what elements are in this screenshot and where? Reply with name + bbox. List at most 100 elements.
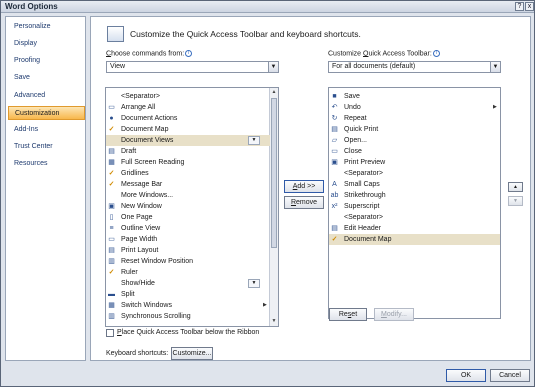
full-screen-reading-icon: ▦ bbox=[108, 159, 115, 166]
list-item[interactable]: ✓ Document Map bbox=[106, 124, 270, 135]
chevron-down-icon: ▼ bbox=[268, 62, 278, 72]
choose-commands-label: Choose commands from: i bbox=[106, 50, 193, 57]
list-item[interactable]: ▤ Edit Header bbox=[329, 223, 500, 234]
list-item[interactable]: <Separator> bbox=[106, 91, 270, 102]
list-item[interactable]: ▯ One Page bbox=[106, 212, 270, 223]
chevron-down-icon[interactable]: ▼ bbox=[248, 136, 260, 145]
close-icon: ▭ bbox=[331, 148, 338, 155]
chevron-down-icon: ▼ bbox=[490, 62, 500, 72]
message-bar-icon: ✓ bbox=[108, 181, 115, 188]
edit-header-icon: ▤ bbox=[331, 225, 338, 232]
list-item[interactable]: ▣ New Window bbox=[106, 201, 270, 212]
list-item[interactable]: Document Views ▼ bbox=[106, 135, 270, 146]
list-item[interactable]: ↻ Repeat bbox=[329, 113, 500, 124]
list-item[interactable]: ▥ Synchronous Scrolling bbox=[106, 311, 270, 322]
modify-button[interactable]: Modify... bbox=[374, 308, 414, 321]
list-item[interactable]: More Windows... bbox=[106, 190, 270, 201]
list-item[interactable]: ▭ Page Width bbox=[106, 234, 270, 245]
list-item[interactable]: ✓ Document Map bbox=[329, 234, 500, 245]
list-item-label: Split bbox=[121, 291, 135, 298]
nav-item-advanced[interactable]: Advanced bbox=[8, 89, 85, 103]
toolbar-commands-list[interactable]: ■ Save ↶ Undo ▶ ↻ Repeat ▤ Quick Print ▱ Open... ▭ C… bbox=[328, 87, 501, 319]
draft-icon: ▤ bbox=[108, 148, 115, 155]
scroll-down-icon[interactable]: ▼ bbox=[270, 317, 278, 326]
list-item-label: Repeat bbox=[344, 115, 367, 122]
close-button[interactable]: x bbox=[525, 2, 534, 11]
list-item[interactable]: ▤ Draft bbox=[106, 146, 270, 157]
list-item[interactable]: ✓ Message Bar bbox=[106, 179, 270, 190]
nav-item-add-ins[interactable]: Add-Ins bbox=[8, 123, 85, 137]
list-item-label: New Window bbox=[121, 203, 162, 210]
close-icon: x bbox=[527, 3, 532, 10]
list-item-label: Draft bbox=[121, 148, 137, 155]
nav-item-display[interactable]: Display bbox=[8, 37, 85, 51]
commands-list[interactable]: ▲ ▼ <Separator> ▭ Arrange All ● Document Act… bbox=[105, 87, 279, 327]
quick-access-toolbar-icon bbox=[107, 26, 124, 42]
cancel-button[interactable]: Cancel bbox=[490, 369, 530, 382]
list-item[interactable]: A Small Caps bbox=[329, 179, 500, 190]
add-button[interactable]: Add >> bbox=[284, 180, 324, 193]
arrow-up-icon: ▲ bbox=[513, 184, 518, 190]
list-item[interactable]: ● Document Actions bbox=[106, 113, 270, 124]
nav-item-save[interactable]: Save bbox=[8, 71, 85, 85]
list-item[interactable]: ▦ Full Screen Reading bbox=[106, 157, 270, 168]
quick-print-icon: ▤ bbox=[331, 126, 338, 133]
nav-item-customization[interactable]: Customization bbox=[8, 106, 85, 120]
list-item[interactable]: ▥ Reset Window Position bbox=[106, 256, 270, 267]
list-item-label: Edit Header bbox=[344, 225, 381, 232]
place-below-ribbon-label: Place Quick Access Toolbar below the Rib… bbox=[117, 329, 260, 336]
list-item-label: <Separator> bbox=[344, 170, 383, 177]
arrow-down-icon: ▼ bbox=[513, 198, 518, 204]
move-down-button[interactable]: ▼ bbox=[508, 196, 523, 206]
more-windows-icon bbox=[107, 191, 116, 200]
list-item[interactable]: ✓ Ruler bbox=[106, 267, 270, 278]
split-icon: ▬ bbox=[108, 291, 115, 298]
list-item-label: Gridlines bbox=[121, 170, 149, 177]
place-below-ribbon-checkbox[interactable] bbox=[106, 329, 114, 337]
move-up-button[interactable]: ▲ bbox=[508, 182, 523, 192]
list-item[interactable]: <Separator> bbox=[329, 212, 500, 223]
list-item-label: More Windows... bbox=[121, 192, 174, 199]
scroll-up-icon[interactable]: ▲ bbox=[270, 88, 278, 97]
list-item[interactable]: ↶ Undo ▶ bbox=[329, 102, 500, 113]
nav-item-proofing[interactable]: Proofing bbox=[8, 54, 85, 68]
list-item[interactable]: ▭ Arrange All bbox=[106, 102, 270, 113]
list-item[interactable]: ■ Save bbox=[329, 91, 500, 102]
customize-toolbar-dropdown[interactable]: For all documents (default) ▼ bbox=[328, 61, 501, 73]
ok-button[interactable]: OK bbox=[446, 369, 486, 382]
commands-scrollbar[interactable]: ▲ ▼ bbox=[269, 88, 278, 326]
list-item[interactable]: ▱ Open... bbox=[329, 135, 500, 146]
list-item-label: Document Views bbox=[121, 137, 174, 144]
list-item-label: Print Preview bbox=[344, 159, 386, 166]
choose-commands-dropdown[interactable]: View ▼ bbox=[106, 61, 279, 73]
list-item[interactable]: ab Strikethrough bbox=[329, 190, 500, 201]
help-button[interactable]: ? bbox=[515, 2, 524, 11]
list-item[interactable]: ≡ Outline View bbox=[106, 223, 270, 234]
document-map-icon: ✓ bbox=[108, 126, 115, 133]
list-item[interactable]: Show/Hide ▼ bbox=[106, 278, 270, 289]
list-item[interactable]: ✓ Gridlines bbox=[106, 168, 270, 179]
nav-item-trust-center[interactable]: Trust Center bbox=[8, 140, 85, 154]
outline-view-icon: ≡ bbox=[109, 225, 114, 232]
small-caps-icon: A bbox=[332, 181, 337, 188]
list-item[interactable]: ▣ Print Preview bbox=[329, 157, 500, 168]
nav-item-personalize[interactable]: Personalize bbox=[8, 20, 85, 34]
list-item[interactable]: ▬ Split bbox=[106, 289, 270, 300]
document-map-icon: ✓ bbox=[331, 236, 338, 243]
list-item[interactable]: ▤ Quick Print bbox=[329, 124, 500, 135]
reset-button[interactable]: Reset bbox=[329, 308, 367, 321]
list-item[interactable]: ▭ Close bbox=[329, 146, 500, 157]
scroll-thumb[interactable] bbox=[271, 98, 277, 248]
keyboard-shortcuts-label: Keyboard shortcuts: bbox=[106, 350, 169, 357]
chevron-down-icon[interactable]: ▼ bbox=[248, 279, 260, 288]
nav-item-resources[interactable]: Resources bbox=[8, 157, 85, 171]
switch-windows-icon: ▦ bbox=[108, 302, 115, 309]
customize-shortcuts-button[interactable]: Customize... bbox=[171, 347, 213, 360]
list-item-label: Quick Print bbox=[344, 126, 379, 133]
list-item[interactable]: <Separator> bbox=[329, 168, 500, 179]
list-item[interactable]: ▦ Switch Windows ▶ bbox=[106, 300, 270, 311]
repeat-icon: ↻ bbox=[331, 115, 338, 122]
list-item[interactable]: ▤ Print Layout bbox=[106, 245, 270, 256]
list-item[interactable]: x² Superscript bbox=[329, 201, 500, 212]
remove-button[interactable]: Remove bbox=[284, 196, 324, 209]
